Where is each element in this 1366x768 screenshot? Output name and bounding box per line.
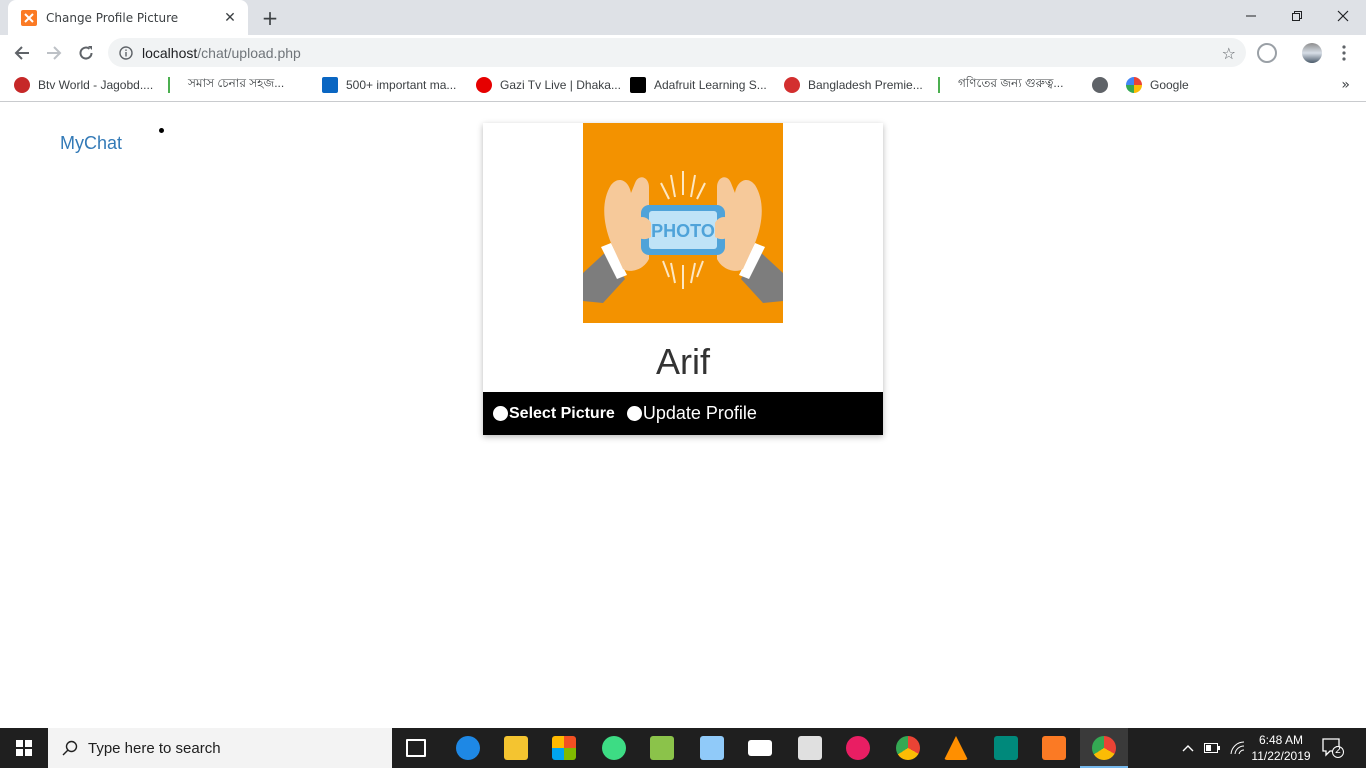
profile-username: Arif — [656, 341, 710, 382]
nav-bullet — [159, 128, 164, 133]
store-icon[interactable] — [552, 736, 576, 760]
update-profile-option[interactable]: Update Profile — [626, 403, 757, 424]
bookmark-star-icon[interactable]: ☆ — [1222, 44, 1236, 63]
select-picture-radio[interactable] — [493, 406, 508, 421]
close-window-icon[interactable] — [1320, 0, 1366, 32]
start-button[interactable] — [0, 728, 48, 768]
windows-taskbar: Type here to search 6:48 AM 11/22/2019 2 — [0, 728, 1366, 768]
photo-illustration: PHOTO — [583, 123, 783, 323]
profile-photo: PHOTO — [583, 123, 783, 323]
chrome-profile-icon[interactable] — [896, 736, 920, 760]
profile-card: PHOTO Arif Select Picture Update Profile — [483, 123, 883, 435]
menu-icon[interactable] — [1330, 39, 1358, 67]
red-ball-icon — [14, 77, 30, 93]
browser-tab[interactable]: Change Profile Picture ✕ — [8, 0, 248, 35]
calculator-icon[interactable] — [798, 736, 822, 760]
figure-icon — [168, 77, 180, 93]
search-placeholder: Type here to search — [88, 739, 221, 757]
wifi-icon[interactable] — [1230, 728, 1246, 768]
globe-icon — [1092, 77, 1108, 93]
select-picture-label: Select Picture — [509, 404, 615, 422]
bookmarks-overflow-icon[interactable]: » — [1341, 77, 1350, 93]
profile-actions-bar: Select Picture Update Profile — [483, 392, 883, 435]
new-tab-button[interactable]: + — [258, 6, 282, 30]
info-icon[interactable] — [118, 45, 134, 61]
notification-center-icon[interactable]: 2 — [1322, 738, 1346, 758]
reload-icon[interactable] — [72, 39, 100, 67]
tab-title: Change Profile Picture — [46, 10, 179, 25]
bookmarks-bar: Btv World - Jagobd.... সমাস চেনার সহজ...… — [0, 69, 1366, 102]
taskbar-search[interactable]: Type here to search — [48, 728, 392, 768]
browser-toolbar: localhost/chat/upload.php ☆ — [0, 35, 1366, 69]
profile-avatar[interactable] — [1302, 43, 1322, 63]
figure-icon — [938, 77, 950, 93]
vlc-icon[interactable] — [944, 736, 968, 760]
address-bar[interactable]: localhost/chat/upload.php ☆ — [108, 38, 1246, 67]
android-studio-icon[interactable] — [602, 736, 626, 760]
bookmark-item[interactable] — [1092, 75, 1116, 95]
tab-close-icon[interactable]: ✕ — [222, 10, 238, 26]
sublime-icon[interactable] — [994, 736, 1018, 760]
windows-logo-icon — [16, 740, 32, 756]
bookmark-item[interactable]: Adafruit Learning S... — [630, 75, 767, 95]
virtualbox-icon[interactable] — [700, 736, 724, 760]
back-icon[interactable] — [8, 39, 36, 67]
url-path: /chat/upload.php — [197, 44, 301, 61]
brand-link[interactable]: MyChat — [60, 133, 122, 154]
chrome-icon[interactable] — [1092, 736, 1116, 760]
bookmark-item[interactable]: Bangladesh Premie... — [784, 75, 923, 95]
vodafone-icon — [476, 77, 492, 93]
bookmark-item[interactable]: Btv World - Jagobd.... — [14, 75, 153, 95]
task-view-icon[interactable] — [406, 739, 426, 757]
update-profile-radio[interactable] — [626, 406, 642, 421]
restore-icon[interactable] — [1274, 0, 1320, 32]
search-icon — [62, 740, 78, 756]
battery-icon[interactable] — [1204, 728, 1220, 768]
star-icon — [630, 77, 646, 93]
minimize-icon[interactable] — [1228, 0, 1274, 32]
update-profile-label: Update Profile — [642, 403, 757, 423]
xampp-icon[interactable] — [1042, 736, 1066, 760]
page-content: MyChat PHOTO Arif Select Picture Update … — [0, 103, 1366, 728]
xampp-favicon-icon — [21, 9, 37, 26]
edge-icon[interactable] — [456, 736, 480, 760]
extension-icon[interactable] — [1257, 43, 1277, 63]
url-text: localhost/chat/upload.php — [142, 45, 301, 61]
bookmark-item[interactable]: Google — [1126, 75, 1189, 95]
bookmark-item[interactable]: গণিতের জন্য গুরুত্ব... — [938, 75, 1063, 95]
clock-date: 11/22/2019 — [1251, 749, 1311, 763]
url-host: localhost — [142, 44, 198, 61]
notification-count: 2 — [1334, 745, 1342, 756]
tray-chevron-icon[interactable] — [1182, 728, 1194, 768]
forward-icon[interactable] — [40, 39, 68, 67]
mail-icon[interactable] — [748, 740, 772, 756]
bookmark-item[interactable]: 500+ important ma... — [322, 75, 456, 95]
clock-time: 6:48 AM — [1258, 733, 1304, 747]
file-explorer-icon[interactable] — [504, 736, 528, 760]
tab-strip: Change Profile Picture ✕ + — [0, 0, 1366, 35]
paint-icon[interactable] — [846, 736, 870, 760]
bookmark-item[interactable]: সমাস চেনার সহজ... — [168, 75, 284, 95]
bookmark-item[interactable]: Gazi Tv Live | Dhaka... — [476, 75, 621, 95]
linkedin-icon — [322, 77, 338, 93]
google-icon — [1126, 77, 1142, 93]
photo-label: PHOTO — [651, 221, 715, 241]
cricket-ball-icon — [784, 77, 800, 93]
notepad-plus-icon[interactable] — [650, 736, 674, 760]
select-picture-option[interactable]: Select Picture — [493, 405, 615, 423]
system-clock[interactable]: 6:48 AM 11/22/2019 — [1248, 732, 1314, 764]
